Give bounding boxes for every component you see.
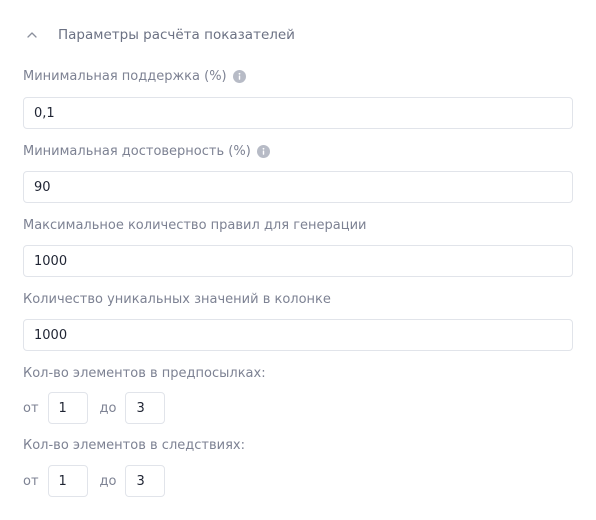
antecedents-range: от до [23, 392, 166, 424]
antecedents-from-input[interactable] [47, 392, 88, 424]
antecedents-from-word: от [23, 400, 39, 416]
min-confidence-label: Минимальная достоверность (%) [23, 144, 270, 159]
consequents-to-input[interactable] [125, 465, 166, 497]
min-confidence-input[interactable] [23, 171, 573, 203]
min-confidence-label-text: Минимальная достоверность (%) [23, 144, 251, 159]
consequents-range: от до [23, 465, 166, 497]
min-support-label-text: Минимальная поддержка (%) [23, 69, 227, 84]
consequents-label-text: Кол-во элементов в следствиях: [23, 438, 245, 453]
min-support-input[interactable] [23, 97, 573, 129]
min-support-label: Минимальная поддержка (%) [23, 69, 246, 84]
unique-values-label-text: Количество уникальных значений в колонке [23, 292, 331, 307]
max-rules-label: Максимальное количество правил для генер… [23, 218, 366, 233]
section-toggle[interactable]: Параметры расчёта показателей [24, 22, 295, 48]
consequents-from-input[interactable] [47, 465, 88, 497]
unique-values-input[interactable] [23, 319, 573, 351]
chevron-up-icon[interactable] [24, 27, 40, 43]
antecedents-to-input[interactable] [125, 392, 166, 424]
info-icon[interactable] [232, 70, 246, 83]
max-rules-label-text: Максимальное количество правил для генер… [23, 218, 367, 233]
unique-values-label: Количество уникальных значений в колонке [23, 292, 331, 307]
info-icon[interactable] [256, 145, 270, 158]
antecedents-to-word: до [99, 400, 117, 416]
max-rules-input[interactable] [23, 245, 573, 277]
antecedents-label-text: Кол-во элементов в предпосылках: [23, 366, 266, 381]
consequents-label: Кол-во элементов в следствиях: [23, 438, 245, 453]
consequents-to-word: до [99, 473, 117, 489]
section-title: Параметры расчёта показателей [58, 27, 295, 43]
consequents-from-word: от [23, 473, 39, 489]
antecedents-label: Кол-во элементов в предпосылках: [23, 366, 266, 381]
